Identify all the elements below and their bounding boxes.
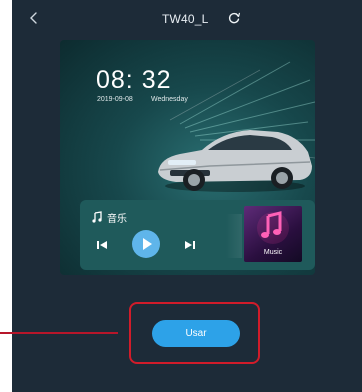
music-label: 音乐 (107, 213, 127, 225)
back-icon (30, 12, 37, 24)
top-bar: TW40_L (12, 0, 362, 36)
use-watch-face-button[interactable]: Usar (152, 320, 240, 347)
music-note-art-icon (257, 211, 289, 244)
refresh-icon (228, 12, 240, 24)
album-art: Music (244, 206, 302, 262)
next-icon (185, 241, 195, 249)
play-icon (143, 238, 152, 250)
car-image (158, 130, 312, 192)
album-caption: Music (263, 249, 283, 256)
music-widget: 音乐 Music (80, 200, 315, 270)
previous-track-button[interactable] (96, 238, 108, 250)
back-button[interactable] (26, 10, 42, 26)
music-note-icon (92, 211, 102, 223)
watch-face-preview: 08: 32 2019-09-08 Wednesday 音乐 Music (60, 40, 315, 275)
previous-icon (97, 241, 107, 249)
music-widget-header: 音乐 (92, 210, 127, 225)
clock-date: 2019-09-08 (97, 96, 133, 103)
watch-face-title: TW40_L (162, 12, 209, 26)
next-track-button[interactable] (184, 238, 196, 250)
album-reflection (226, 214, 242, 258)
clock-time: 08: 32 (96, 66, 172, 94)
callout-line (0, 332, 118, 334)
play-button[interactable] (132, 230, 160, 258)
refresh-button[interactable] (227, 11, 241, 25)
